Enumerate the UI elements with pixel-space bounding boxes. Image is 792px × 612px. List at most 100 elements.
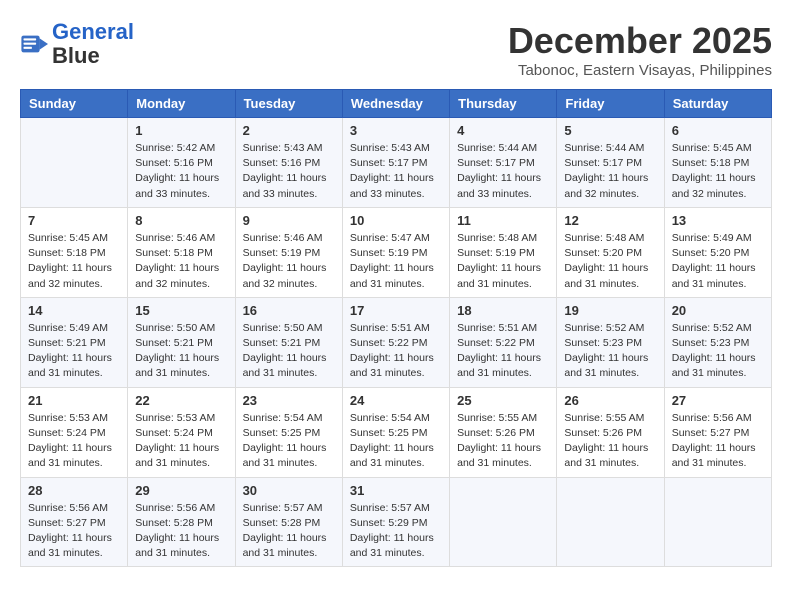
logo-icon <box>20 30 48 58</box>
day-number: 4 <box>457 123 549 138</box>
day-number: 23 <box>243 393 335 408</box>
day-info: Sunrise: 5:57 AM Sunset: 5:28 PM Dayligh… <box>243 501 335 562</box>
calendar-cell: 23 Sunrise: 5:54 AM Sunset: 5:25 PM Dayli… <box>235 387 342 477</box>
calendar-cell: 15 Sunrise: 5:50 AM Sunset: 5:21 PM Dayli… <box>128 297 235 387</box>
day-number: 31 <box>350 483 442 498</box>
calendar-cell: 24 Sunrise: 5:54 AM Sunset: 5:25 PM Dayli… <box>342 387 449 477</box>
day-number: 25 <box>457 393 549 408</box>
day-number: 12 <box>564 213 656 228</box>
calendar-cell: 14 Sunrise: 5:49 AM Sunset: 5:21 PM Dayli… <box>21 297 128 387</box>
day-info: Sunrise: 5:42 AM Sunset: 5:16 PM Dayligh… <box>135 141 227 202</box>
location: Tabonoc, Eastern Visayas, Philippines <box>508 62 772 79</box>
calendar-cell <box>450 477 557 567</box>
month-year: December 2025 <box>508 20 772 62</box>
day-info: Sunrise: 5:49 AM Sunset: 5:20 PM Dayligh… <box>672 231 764 292</box>
day-number: 15 <box>135 303 227 318</box>
day-info: Sunrise: 5:57 AM Sunset: 5:29 PM Dayligh… <box>350 501 442 562</box>
calendar-cell: 31 Sunrise: 5:57 AM Sunset: 5:29 PM Dayli… <box>342 477 449 567</box>
calendar-cell: 20 Sunrise: 5:52 AM Sunset: 5:23 PM Dayli… <box>664 297 771 387</box>
day-number: 2 <box>243 123 335 138</box>
day-info: Sunrise: 5:55 AM Sunset: 5:26 PM Dayligh… <box>564 411 656 472</box>
day-info: Sunrise: 5:51 AM Sunset: 5:22 PM Dayligh… <box>457 321 549 382</box>
calendar-cell: 11 Sunrise: 5:48 AM Sunset: 5:19 PM Dayli… <box>450 207 557 297</box>
day-info: Sunrise: 5:54 AM Sunset: 5:25 PM Dayligh… <box>350 411 442 472</box>
day-info: Sunrise: 5:45 AM Sunset: 5:18 PM Dayligh… <box>28 231 120 292</box>
calendar-cell: 30Sunrise: 5:57 AM Sunset: 5:28 PM Dayli… <box>235 477 342 567</box>
day-info: Sunrise: 5:55 AM Sunset: 5:26 PM Dayligh… <box>457 411 549 472</box>
day-info: Sunrise: 5:50 AM Sunset: 5:21 PM Dayligh… <box>135 321 227 382</box>
weekday-header-friday: Friday <box>557 90 664 118</box>
calendar-cell: 13 Sunrise: 5:49 AM Sunset: 5:20 PM Dayli… <box>664 207 771 297</box>
calendar-cell: 16 Sunrise: 5:50 AM Sunset: 5:21 PM Dayli… <box>235 297 342 387</box>
calendar-cell: 10 Sunrise: 5:47 AM Sunset: 5:19 PM Dayli… <box>342 207 449 297</box>
day-number: 6 <box>672 123 764 138</box>
weekday-header-wednesday: Wednesday <box>342 90 449 118</box>
week-row-4: 21Sunrise: 5:53 AM Sunset: 5:24 PM Dayli… <box>21 387 772 477</box>
calendar-cell: 17 Sunrise: 5:51 AM Sunset: 5:22 PM Dayli… <box>342 297 449 387</box>
calendar-cell: 5 Sunrise: 5:44 AM Sunset: 5:17 PM Daylig… <box>557 118 664 208</box>
calendar-cell: 8 Sunrise: 5:46 AM Sunset: 5:18 PM Daylig… <box>128 207 235 297</box>
day-number: 1 <box>135 123 227 138</box>
day-info: Sunrise: 5:47 AM Sunset: 5:19 PM Dayligh… <box>350 231 442 292</box>
title-block: December 2025 Tabonoc, Eastern Visayas, … <box>508 20 772 79</box>
day-number: 16 <box>243 303 335 318</box>
day-info: Sunrise: 5:49 AM Sunset: 5:21 PM Dayligh… <box>28 321 120 382</box>
weekday-header-thursday: Thursday <box>450 90 557 118</box>
calendar-cell: 28 Sunrise: 5:56 AM Sunset: 5:27 PM Dayli… <box>21 477 128 567</box>
weekday-header-saturday: Saturday <box>664 90 771 118</box>
day-info: Sunrise: 5:43 AM Sunset: 5:17 PM Dayligh… <box>350 141 442 202</box>
calendar-cell: 19Sunrise: 5:52 AM Sunset: 5:23 PM Dayli… <box>557 297 664 387</box>
day-number: 20 <box>672 303 764 318</box>
day-number: 5 <box>564 123 656 138</box>
calendar-cell: 22Sunrise: 5:53 AM Sunset: 5:24 PM Dayli… <box>128 387 235 477</box>
calendar-cell: 12Sunrise: 5:48 AM Sunset: 5:20 PM Dayli… <box>557 207 664 297</box>
day-number: 8 <box>135 213 227 228</box>
calendar-cell: 2 Sunrise: 5:43 AM Sunset: 5:16 PM Daylig… <box>235 118 342 208</box>
calendar-cell: 26 Sunrise: 5:55 AM Sunset: 5:26 PM Dayli… <box>557 387 664 477</box>
day-info: Sunrise: 5:50 AM Sunset: 5:21 PM Dayligh… <box>243 321 335 382</box>
day-number: 28 <box>28 483 120 498</box>
day-number: 14 <box>28 303 120 318</box>
calendar-cell: 18 Sunrise: 5:51 AM Sunset: 5:22 PM Dayli… <box>450 297 557 387</box>
weekday-header-row: SundayMondayTuesdayWednesdayThursdayFrid… <box>21 90 772 118</box>
day-info: Sunrise: 5:44 AM Sunset: 5:17 PM Dayligh… <box>457 141 549 202</box>
day-number: 29 <box>135 483 227 498</box>
calendar-cell: 21Sunrise: 5:53 AM Sunset: 5:24 PM Dayli… <box>21 387 128 477</box>
calendar-cell: 6 Sunrise: 5:45 AM Sunset: 5:18 PM Daylig… <box>664 118 771 208</box>
day-number: 21 <box>28 393 120 408</box>
day-info: Sunrise: 5:43 AM Sunset: 5:16 PM Dayligh… <box>243 141 335 202</box>
calendar-cell: 9Sunrise: 5:46 AM Sunset: 5:19 PM Daylig… <box>235 207 342 297</box>
day-info: Sunrise: 5:45 AM Sunset: 5:18 PM Dayligh… <box>672 141 764 202</box>
calendar-cell: 3Sunrise: 5:43 AM Sunset: 5:17 PM Daylig… <box>342 118 449 208</box>
week-row-1: 1 Sunrise: 5:42 AM Sunset: 5:16 PM Daylig… <box>21 118 772 208</box>
day-number: 27 <box>672 393 764 408</box>
day-info: Sunrise: 5:56 AM Sunset: 5:27 PM Dayligh… <box>672 411 764 472</box>
day-info: Sunrise: 5:56 AM Sunset: 5:28 PM Dayligh… <box>135 501 227 562</box>
calendar-cell: 27 Sunrise: 5:56 AM Sunset: 5:27 PM Dayli… <box>664 387 771 477</box>
day-number: 7 <box>28 213 120 228</box>
day-number: 24 <box>350 393 442 408</box>
calendar-cell: 4 Sunrise: 5:44 AM Sunset: 5:17 PM Daylig… <box>450 118 557 208</box>
logo: General Blue <box>20 20 134 68</box>
weekday-header-tuesday: Tuesday <box>235 90 342 118</box>
day-info: Sunrise: 5:48 AM Sunset: 5:19 PM Dayligh… <box>457 231 549 292</box>
day-info: Sunrise: 5:44 AM Sunset: 5:17 PM Dayligh… <box>564 141 656 202</box>
day-number: 11 <box>457 213 549 228</box>
day-number: 26 <box>564 393 656 408</box>
day-info: Sunrise: 5:56 AM Sunset: 5:27 PM Dayligh… <box>28 501 120 562</box>
day-info: Sunrise: 5:52 AM Sunset: 5:23 PM Dayligh… <box>672 321 764 382</box>
day-number: 13 <box>672 213 764 228</box>
calendar-table: SundayMondayTuesdayWednesdayThursdayFrid… <box>20 89 772 567</box>
week-row-3: 14 Sunrise: 5:49 AM Sunset: 5:21 PM Dayli… <box>21 297 772 387</box>
day-info: Sunrise: 5:54 AM Sunset: 5:25 PM Dayligh… <box>243 411 335 472</box>
day-number: 10 <box>350 213 442 228</box>
calendar-cell <box>21 118 128 208</box>
calendar-cell: 25 Sunrise: 5:55 AM Sunset: 5:26 PM Dayli… <box>450 387 557 477</box>
day-number: 18 <box>457 303 549 318</box>
week-row-2: 7 Sunrise: 5:45 AM Sunset: 5:18 PM Daylig… <box>21 207 772 297</box>
day-info: Sunrise: 5:46 AM Sunset: 5:18 PM Dayligh… <box>135 231 227 292</box>
calendar-cell <box>664 477 771 567</box>
day-info: Sunrise: 5:51 AM Sunset: 5:22 PM Dayligh… <box>350 321 442 382</box>
day-number: 17 <box>350 303 442 318</box>
logo-text: General Blue <box>52 20 134 68</box>
